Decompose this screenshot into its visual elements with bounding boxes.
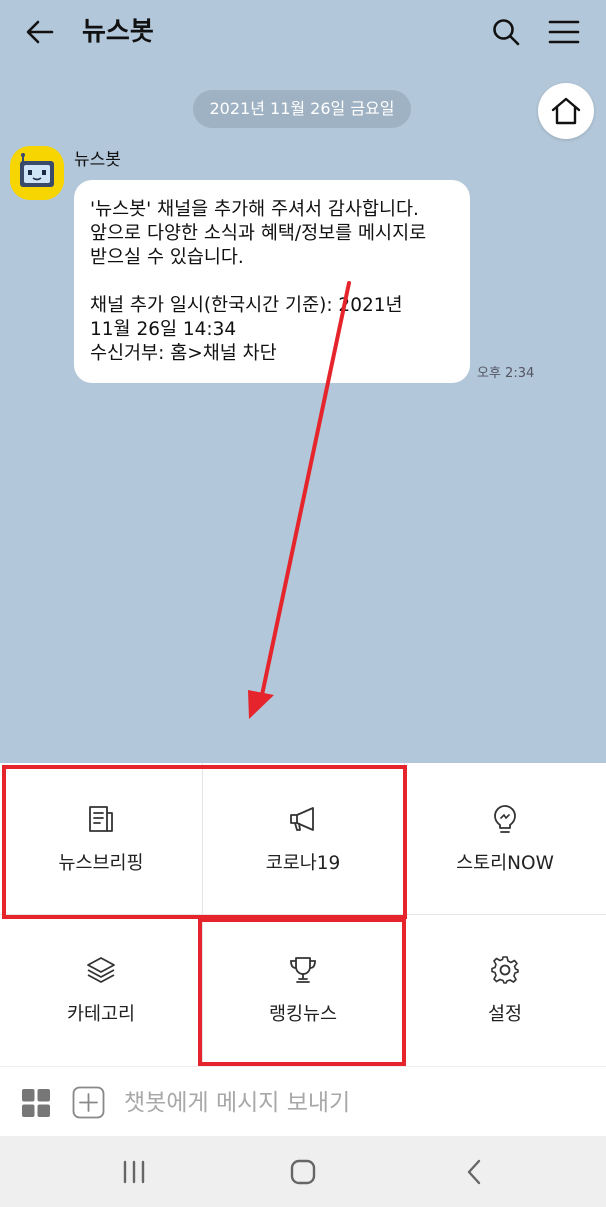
highlight-box bbox=[198, 918, 406, 1066]
avatar[interactable] bbox=[10, 146, 64, 200]
message-bubble[interactable]: '뉴스봇' 채널을 추가해 주셔서 감사합니다. 앞으로 다양한 소식과 혜택/… bbox=[74, 180, 470, 383]
hamburger-icon bbox=[548, 20, 580, 44]
home-icon bbox=[551, 97, 581, 125]
date-divider: 2021년 11월 26일 금요일 bbox=[193, 90, 411, 128]
message-input-bar bbox=[0, 1066, 606, 1136]
home-nav-icon bbox=[290, 1159, 316, 1185]
menu-item-label: 설정 bbox=[487, 1003, 523, 1025]
menu-item-story-now[interactable]: 스토리NOW bbox=[404, 763, 606, 914]
newsbot-logo-icon bbox=[10, 146, 64, 200]
message-time: 오후 2:34 bbox=[477, 366, 535, 381]
grid-icon bbox=[22, 1089, 50, 1117]
chat-title: 뉴스봇 bbox=[82, 17, 154, 47]
chevron-left-icon bbox=[467, 1159, 481, 1185]
menu-toggle-button[interactable] bbox=[22, 1089, 50, 1117]
back-nav-button[interactable] bbox=[454, 1156, 494, 1188]
sender-name: 뉴스봇 bbox=[74, 150, 121, 170]
menu-item-label: 카테고리 bbox=[66, 1003, 136, 1025]
message-input[interactable] bbox=[124, 1083, 584, 1123]
menu-button[interactable] bbox=[544, 12, 584, 52]
arrow-left-icon bbox=[26, 20, 54, 44]
attach-button[interactable] bbox=[72, 1086, 105, 1119]
recent-apps-icon bbox=[123, 1160, 145, 1184]
plus-icon bbox=[72, 1086, 105, 1119]
lightbulb-icon bbox=[494, 804, 516, 833]
search-icon bbox=[493, 19, 520, 46]
search-button[interactable] bbox=[486, 12, 526, 52]
home-button[interactable] bbox=[538, 83, 594, 139]
home-nav-button[interactable] bbox=[283, 1156, 323, 1188]
menu-item-category[interactable]: 카테고리 bbox=[0, 914, 202, 1065]
system-nav-bar bbox=[0, 1136, 606, 1207]
recent-apps-button[interactable] bbox=[114, 1156, 154, 1188]
back-button[interactable] bbox=[22, 14, 58, 50]
menu-item-label: 스토리NOW bbox=[456, 852, 554, 874]
chat-header: 뉴스봇 bbox=[0, 0, 606, 64]
layers-icon bbox=[87, 956, 115, 983]
menu-item-settings[interactable]: 설정 bbox=[404, 914, 606, 1065]
highlight-box bbox=[2, 765, 407, 919]
gear-icon bbox=[491, 955, 519, 984]
